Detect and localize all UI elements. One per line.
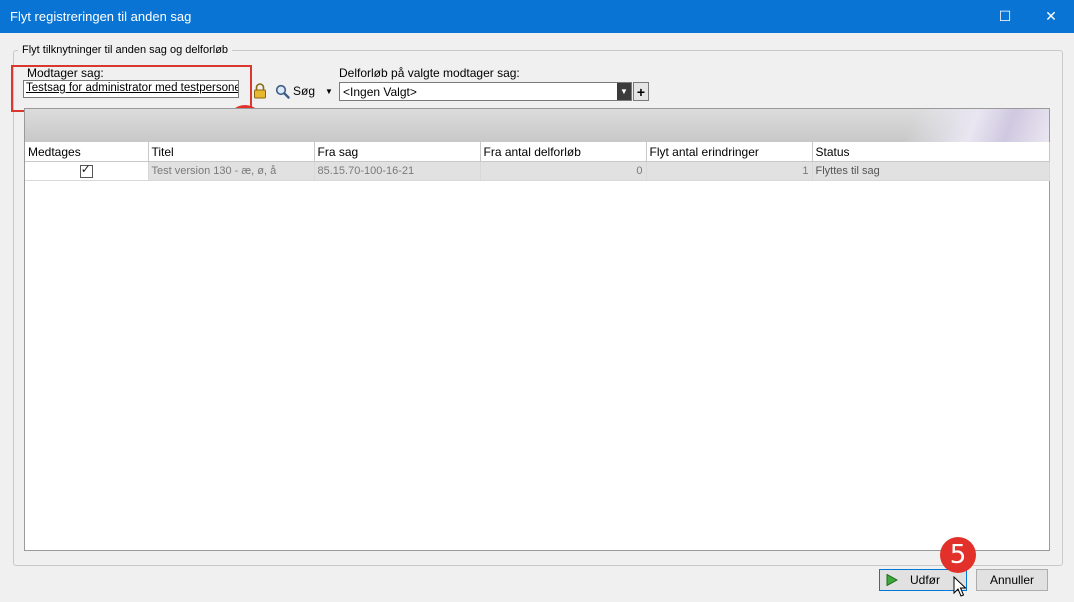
cancel-label: Annuller (989, 573, 1035, 587)
medtages-checkbox[interactable] (79, 162, 93, 178)
maximize-button[interactable]: ☐ (982, 0, 1028, 33)
medtages-cell[interactable] (25, 161, 149, 181)
fra-antal-delforloeb-cell: 0 (480, 161, 647, 181)
padlock-icon (254, 83, 266, 99)
column-header-titel[interactable]: Titel (148, 142, 315, 162)
execute-label: Udfør (910, 573, 940, 587)
magnifier-icon (275, 84, 290, 99)
grid-decoration (879, 109, 1049, 142)
step-5-badge: 5 (940, 537, 976, 573)
play-icon (886, 574, 898, 586)
column-header-status[interactable]: Status (812, 142, 1050, 162)
grid-group-panel (25, 109, 1049, 142)
chevron-down-icon[interactable]: ▼ (617, 83, 631, 100)
close-icon: ✕ (1045, 8, 1057, 24)
subcase-selected-value: <Ingen Valgt> (343, 85, 417, 99)
plus-icon: + (636, 83, 646, 100)
add-subcase-button[interactable]: + (633, 82, 649, 101)
titel-cell: Test version 130 - æ, ø, å (148, 161, 315, 181)
fra-sag-cell: 85.15.70-100-16-21 (314, 161, 481, 181)
title-bar: Flyt registreringen til anden sag ☐ ✕ (0, 0, 1074, 33)
window-title: Flyt registreringen til anden sag (10, 9, 192, 24)
column-header-fra-sag[interactable]: Fra sag (314, 142, 481, 162)
search-label: Søg (293, 84, 316, 98)
search-button[interactable]: Søg ▼ (275, 83, 333, 99)
table-row[interactable]: Test version 130 - æ, ø, å 85.15.70-100-… (25, 161, 1050, 181)
column-header-flyt-antal-erindringer[interactable]: Flyt antal erindringer (646, 142, 813, 162)
column-header-fra-antal-delforloeb[interactable]: Fra antal delforløb (480, 142, 647, 162)
subcase-label: Delforløb på valgte modtager sag: (339, 66, 520, 80)
group-legend: Flyt tilknytninger til anden sag og delf… (18, 44, 233, 56)
cancel-button[interactable]: Annuller (976, 569, 1048, 591)
subcase-select[interactable]: <Ingen Valgt> ▼ (339, 82, 632, 101)
search-dropdown-icon[interactable]: ▼ (325, 87, 333, 96)
column-header-medtages[interactable]: Medtages (25, 142, 149, 162)
flyt-antal-erindringer-cell: 1 (646, 161, 813, 181)
lock-button[interactable] (253, 83, 267, 99)
transfer-grid: Medtages Titel Fra sag Fra antal delforl… (24, 108, 1050, 551)
maximize-icon: ☐ (998, 8, 1012, 24)
status-cell: Flyttes til sag (812, 161, 1050, 181)
mouse-cursor-icon (953, 576, 967, 597)
grid-table: Medtages Titel Fra sag Fra antal delforl… (25, 142, 1050, 181)
close-button[interactable]: ✕ (1028, 0, 1074, 33)
grid-header-row: Medtages Titel Fra sag Fra antal delforl… (25, 142, 1050, 162)
highlight-box-step4 (11, 65, 252, 112)
